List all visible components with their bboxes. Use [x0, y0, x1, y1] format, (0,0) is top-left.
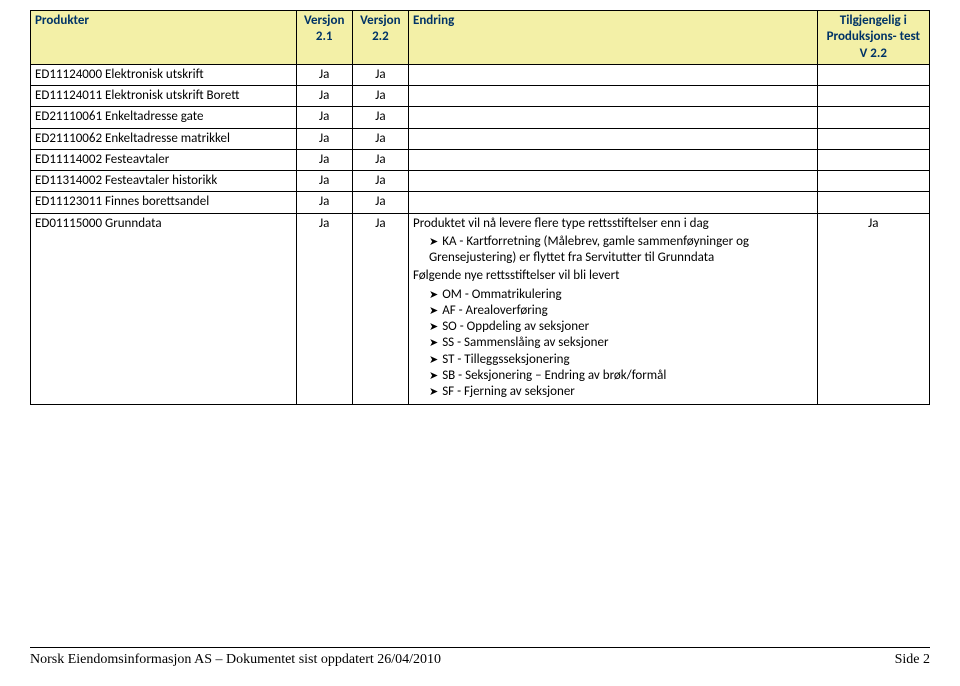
endring-subitem: OM - Ommatrikulering	[429, 287, 813, 303]
cell-produkt: ED21110061 Enkeltadresse gate	[31, 107, 297, 128]
endring-item-ka: KA - Kartforretning (Målebrev, gamle sam…	[429, 234, 813, 267]
table-row: ED11314002 Festeavtaler historikkJaJa	[31, 171, 930, 192]
table-row: ED01115000 Grunndata Ja Ja Produktet vil…	[31, 213, 930, 405]
table-header-row: Produkter Versjon 2.1 Versjon 2.2 Endrin…	[31, 11, 930, 65]
col-versjon21: Versjon 2.1	[296, 11, 352, 65]
table-row: ED11124011 Elektronisk utskrift BorettJa…	[31, 86, 930, 107]
endring-subitem: SS - Sammenslåing av seksjoner	[429, 335, 813, 351]
cell-v22: Ja	[352, 192, 408, 213]
cell-tilg	[817, 128, 929, 149]
endring-list-top: KA - Kartforretning (Målebrev, gamle sam…	[413, 234, 813, 267]
endring-sublist: OM - OmmatrikuleringAF - Arealoverføring…	[413, 287, 813, 401]
cell-produkt: ED11124000 Elektronisk utskrift	[31, 64, 297, 85]
endring-subitem: SO - Oppdeling av seksjoner	[429, 319, 813, 335]
table-row: ED11114002 FesteavtalerJaJa	[31, 149, 930, 170]
cell-produkt: ED11123011 Finnes borettsandel	[31, 192, 297, 213]
cell-endring	[408, 149, 817, 170]
col-tilgjengelig: Tilgjengelig i Produksjons- test V 2.2	[817, 11, 929, 65]
endring-subitem: ST - Tilleggsseksjonering	[429, 352, 813, 368]
table-row: ED21110062 Enkeltadresse matrikkelJaJa	[31, 128, 930, 149]
col-endring: Endring	[408, 11, 817, 65]
cell-endring	[408, 86, 817, 107]
endring-folgende: Følgende nye rettsstiftelser vil bli lev…	[413, 268, 813, 284]
cell-tilg	[817, 171, 929, 192]
endring-subitem: SB - Seksjonering – Endring av brøk/form…	[429, 368, 813, 384]
cell-v22: Ja	[352, 128, 408, 149]
table-row: ED11124000 Elektronisk utskriftJaJa	[31, 64, 930, 85]
cell-v22: Ja	[352, 213, 408, 405]
cell-v21: Ja	[296, 64, 352, 85]
cell-tilg	[817, 86, 929, 107]
cell-v21: Ja	[296, 107, 352, 128]
endring-intro: Produktet vil nå levere flere type retts…	[413, 216, 813, 232]
cell-endring	[408, 107, 817, 128]
footer-right: Side 2	[895, 652, 930, 668]
cell-produkt: ED11114002 Festeavtaler	[31, 149, 297, 170]
cell-v21: Ja	[296, 128, 352, 149]
cell-tilg	[817, 107, 929, 128]
cell-v21: Ja	[296, 192, 352, 213]
cell-v22: Ja	[352, 86, 408, 107]
cell-v21: Ja	[296, 213, 352, 405]
cell-produkt: ED11124011 Elektronisk utskrift Borett	[31, 86, 297, 107]
cell-endring	[408, 128, 817, 149]
cell-tilg: Ja	[817, 213, 929, 405]
cell-produkt: ED01115000 Grunndata	[31, 213, 297, 405]
cell-tilg	[817, 64, 929, 85]
col-versjon22: Versjon 2.2	[352, 11, 408, 65]
cell-v21: Ja	[296, 171, 352, 192]
cell-tilg	[817, 192, 929, 213]
cell-endring	[408, 192, 817, 213]
endring-subitem: SF - Fjerning av seksjoner	[429, 384, 813, 400]
footer-left: Norsk Eiendomsinformasjon AS – Dokumente…	[30, 652, 441, 668]
endring-subitem: AF - Arealoverføring	[429, 303, 813, 319]
table-row: ED11123011 Finnes borettsandelJaJa	[31, 192, 930, 213]
cell-v21: Ja	[296, 86, 352, 107]
table-row: ED21110061 Enkeltadresse gateJaJa	[31, 107, 930, 128]
cell-endring	[408, 171, 817, 192]
cell-tilg	[817, 149, 929, 170]
cell-v21: Ja	[296, 149, 352, 170]
cell-v22: Ja	[352, 64, 408, 85]
cell-produkt: ED21110062 Enkeltadresse matrikkel	[31, 128, 297, 149]
cell-v22: Ja	[352, 171, 408, 192]
page-footer: Norsk Eiendomsinformasjon AS – Dokumente…	[30, 647, 930, 668]
cell-v22: Ja	[352, 107, 408, 128]
cell-v22: Ja	[352, 149, 408, 170]
cell-endring	[408, 64, 817, 85]
cell-produkt: ED11314002 Festeavtaler historikk	[31, 171, 297, 192]
product-table: Produkter Versjon 2.1 Versjon 2.2 Endrin…	[30, 10, 930, 405]
cell-endring: Produktet vil nå levere flere type retts…	[408, 213, 817, 405]
col-produkter: Produkter	[31, 11, 297, 65]
